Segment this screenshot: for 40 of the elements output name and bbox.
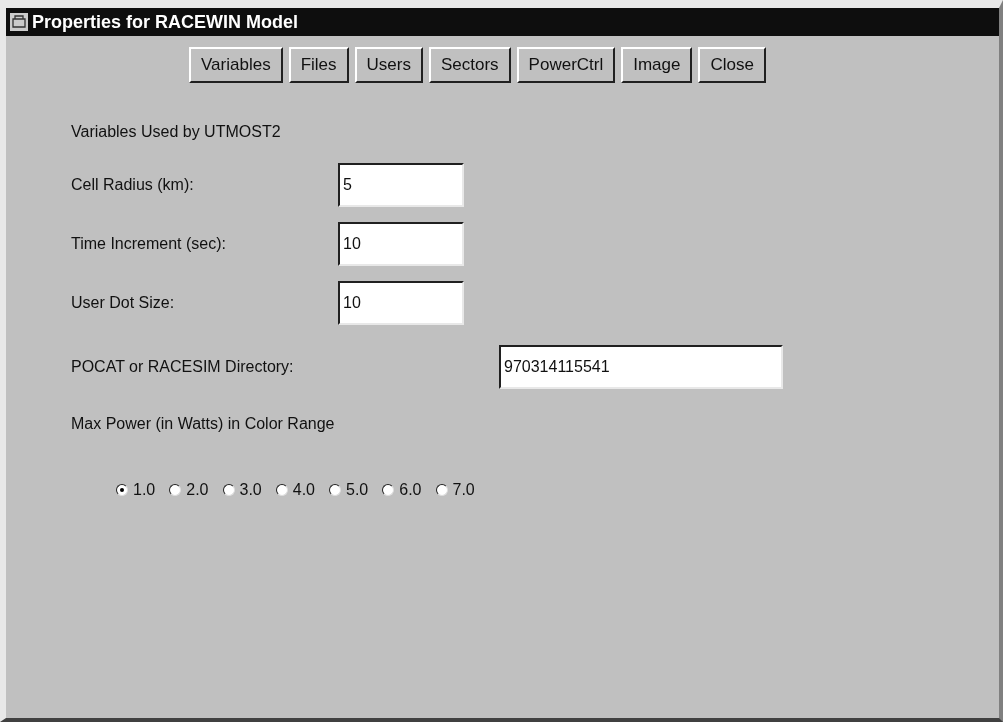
radio-icon[interactable] (435, 484, 448, 496)
section-heading: Variables Used by UTMOST2 (71, 123, 282, 141)
field-label: POCAT or RACESIM Directory: (71, 358, 294, 375)
radio-option[interactable]: 4.0 (275, 481, 315, 499)
radio-icon[interactable] (222, 484, 235, 496)
radio-label: 6.0 (399, 481, 422, 499)
toolbar-button[interactable]: Variables (189, 47, 283, 83)
toolbar-button[interactable]: Sectors (428, 47, 511, 83)
radio-option[interactable]: 6.0 (382, 481, 422, 499)
radio-label: 3.0 (239, 481, 262, 499)
toolbar-button[interactable]: PowerCtrl (516, 47, 616, 83)
radio-option[interactable]: 7.0 (435, 481, 475, 499)
radio-label: 2.0 (186, 481, 209, 499)
app-icon (10, 13, 28, 31)
input-field[interactable]: 5 (338, 163, 464, 207)
toolbar-button[interactable]: Files (288, 47, 349, 83)
radio-icon[interactable] (116, 484, 128, 496)
radio-option[interactable]: 3.0 (222, 481, 262, 499)
radio-label: 4.0 (292, 481, 315, 499)
input-field[interactable]: 10 (338, 222, 464, 266)
radio-label: 7.0 (452, 481, 475, 499)
radio-icon[interactable] (382, 484, 395, 496)
field-label: Cell Radius (km): (71, 176, 194, 193)
toolbar-button[interactable]: Users (354, 47, 423, 83)
input-field[interactable]: 10 (338, 281, 464, 325)
input-field[interactable]: 970314115541 (499, 345, 783, 389)
toolbar-button[interactable]: Image (621, 47, 693, 83)
radio-label: 1.0 (133, 481, 156, 499)
radio-icon[interactable] (329, 484, 341, 496)
toolbar-button[interactable]: Close (698, 47, 766, 83)
field-label: Time Increment (sec): (71, 235, 226, 252)
radio-option[interactable]: 2.0 (169, 481, 209, 499)
radio-icon[interactable] (169, 484, 182, 496)
radio-icon[interactable] (275, 484, 288, 496)
field-label: User Dot Size: (71, 294, 175, 311)
window-title: Properties for RACEWIN Model (32, 11, 299, 33)
radio-label: 5.0 (346, 481, 369, 499)
radio-option[interactable]: 1.0 (116, 481, 156, 499)
radio-option[interactable]: 5.0 (329, 481, 369, 499)
group-label: Max Power (in Watts) in Color Range (71, 415, 335, 433)
